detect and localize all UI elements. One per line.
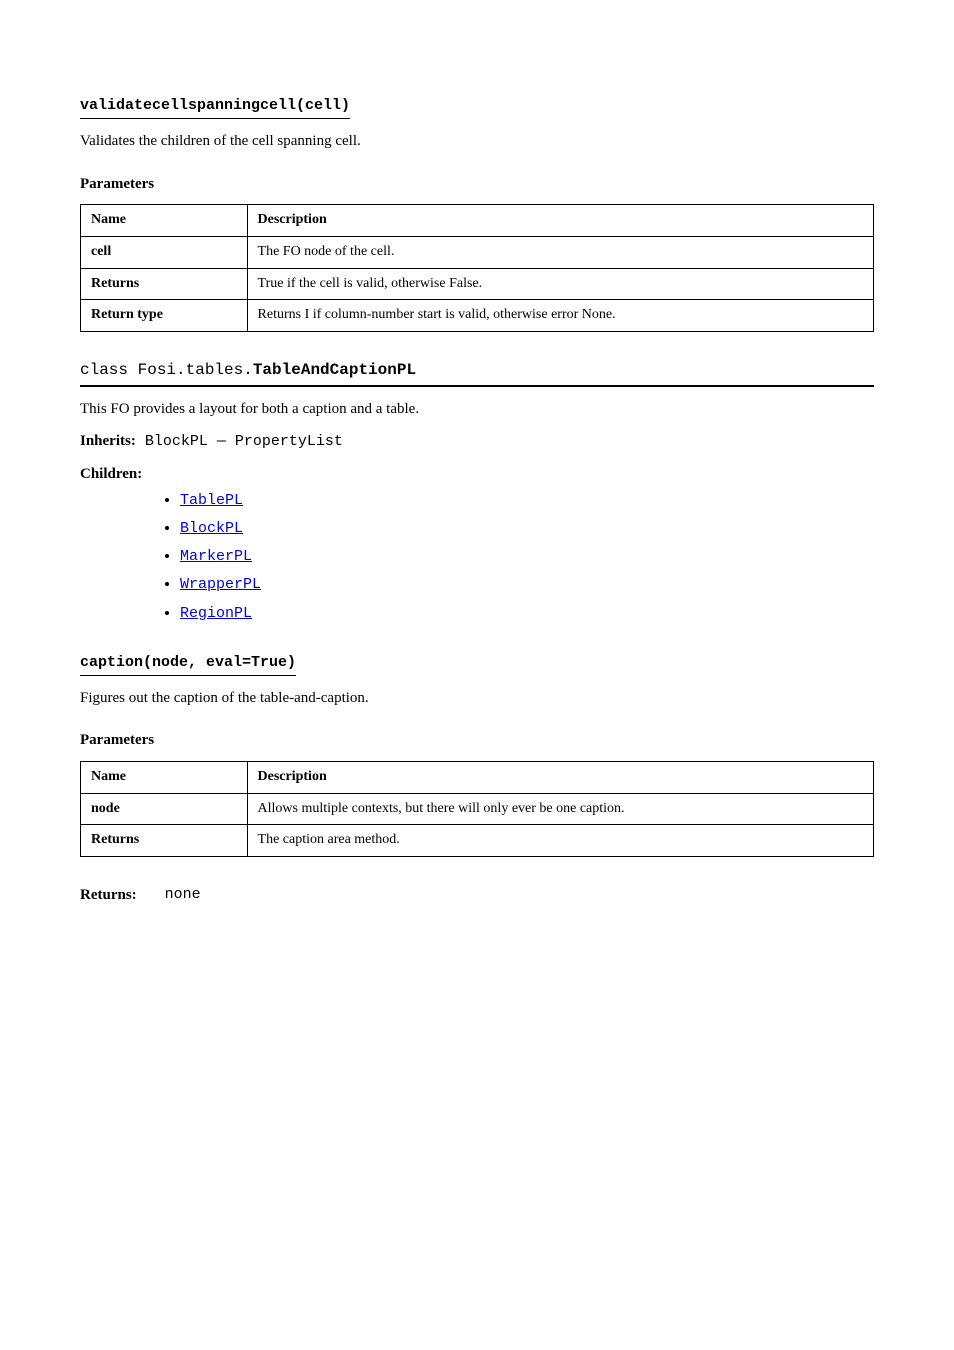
parameters-table: Name Description node Allows multiple co… (80, 761, 874, 858)
inherits-label: Inherits: (80, 433, 136, 449)
method-signature: caption(node, eval=True) (80, 653, 296, 676)
table-row: Return type Returns I if column-number s… (81, 300, 874, 332)
class-section-tableandcaptionpl: class Fosi.tables.TableAndCaptionPL This… (80, 360, 874, 624)
param-desc: Returns I if column-number start is vali… (247, 300, 873, 332)
class-title-prefix: class Fosi.tables. (80, 361, 253, 379)
class-title: class Fosi.tables.TableAndCaptionPL (80, 360, 874, 387)
method-section-caption: caption(node, eval=True) Figures out the… (80, 652, 874, 906)
table-row: Returns True if the cell is valid, other… (81, 268, 874, 300)
table-header-row: Name Description (81, 761, 874, 793)
table-header-row: Name Description (81, 204, 874, 236)
param-name: cell (81, 236, 248, 268)
children-label: Children: (80, 464, 874, 484)
method-description: Figures out the caption of the table-and… (80, 688, 874, 708)
param-name: node (81, 793, 248, 825)
table-row: cell The FO node of the cell. (81, 236, 874, 268)
child-link[interactable]: MarkerPL (180, 548, 252, 565)
method-section-validatecellspanningcell: validatecellspanningcell(cell) Validates… (80, 95, 874, 332)
list-item: RegionPL (180, 604, 874, 624)
method-signature: validatecellspanningcell(cell) (80, 96, 350, 119)
method-description: Validates the children of the cell spann… (80, 131, 874, 151)
inherits-value: BlockPL — PropertyList (145, 433, 343, 450)
child-link[interactable]: TablePL (180, 492, 243, 509)
param-desc: The caption area method. (247, 825, 873, 857)
param-desc: True if the cell is valid, otherwise Fal… (247, 268, 873, 300)
child-link[interactable]: WrapperPL (180, 576, 261, 593)
children-list: TablePL BlockPL MarkerPL WrapperPL Regio… (80, 491, 874, 624)
param-desc: The FO node of the cell. (247, 236, 873, 268)
inherits-line: Inherits: BlockPL — PropertyList (80, 431, 874, 452)
list-item: TablePL (180, 491, 874, 511)
param-desc: Allows multiple contexts, but there will… (247, 793, 873, 825)
returns-value: none (165, 885, 201, 905)
header-desc: Description (247, 761, 873, 793)
param-name: Returns (81, 825, 248, 857)
header-name: Name (81, 761, 248, 793)
parameters-label: Parameters (80, 730, 874, 750)
child-link[interactable]: RegionPL (180, 605, 252, 622)
returns-row: Returns: none (80, 885, 874, 905)
header-name: Name (81, 204, 248, 236)
class-description: This FO provides a layout for both a cap… (80, 399, 874, 419)
parameters-table: Name Description cell The FO node of the… (80, 204, 874, 333)
list-item: BlockPL (180, 519, 874, 539)
table-row: node Allows multiple contexts, but there… (81, 793, 874, 825)
list-item: MarkerPL (180, 547, 874, 567)
table-row: Returns The caption area method. (81, 825, 874, 857)
param-name: Return type (81, 300, 248, 332)
header-desc: Description (247, 204, 873, 236)
list-item: WrapperPL (180, 575, 874, 595)
class-title-name: TableAndCaptionPL (253, 361, 416, 379)
param-name: Returns (81, 268, 248, 300)
child-link[interactable]: BlockPL (180, 520, 243, 537)
returns-label: Returns: (80, 885, 137, 905)
parameters-label: Parameters (80, 174, 874, 194)
